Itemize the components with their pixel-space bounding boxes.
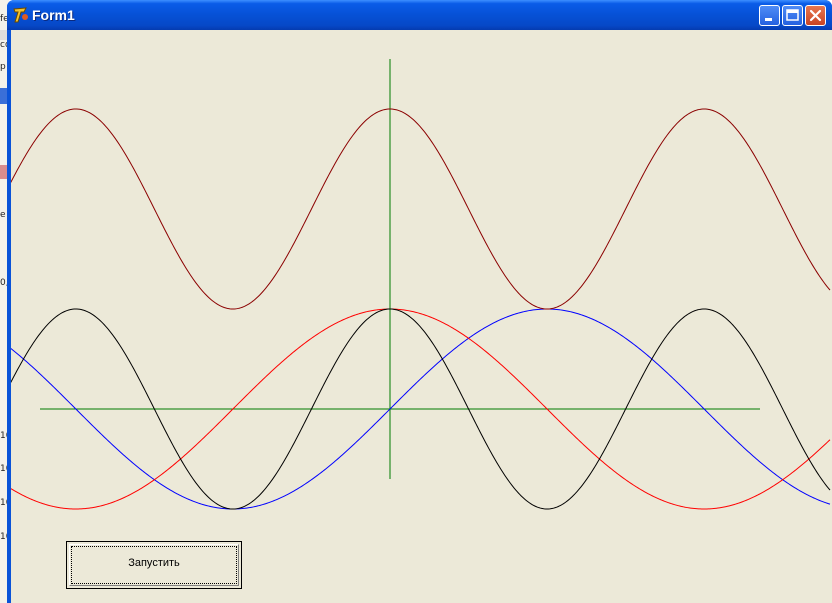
run-button[interactable]: Запустить — [66, 541, 242, 589]
background-text: е — [0, 210, 6, 220]
series-layer — [11, 108, 831, 510]
close-icon — [809, 9, 822, 22]
form-client-area: Запустить — [11, 30, 832, 603]
form-window: Form1 Запустить — [7, 0, 832, 603]
title-bar[interactable]: Form1 — [7, 0, 832, 30]
run-button-label: Запустить — [128, 557, 180, 569]
window-title: Form1 — [32, 7, 75, 23]
shifted-cos2x-curve — [11, 108, 831, 310]
minimize-icon — [765, 18, 772, 21]
maximize-icon — [786, 9, 799, 21]
function-plot — [11, 59, 831, 510]
delphi-app-icon — [12, 6, 30, 24]
background-text: р — [0, 62, 6, 72]
maximize-button[interactable] — [782, 5, 803, 26]
close-button[interactable] — [805, 5, 826, 26]
minimize-button[interactable] — [759, 5, 780, 26]
